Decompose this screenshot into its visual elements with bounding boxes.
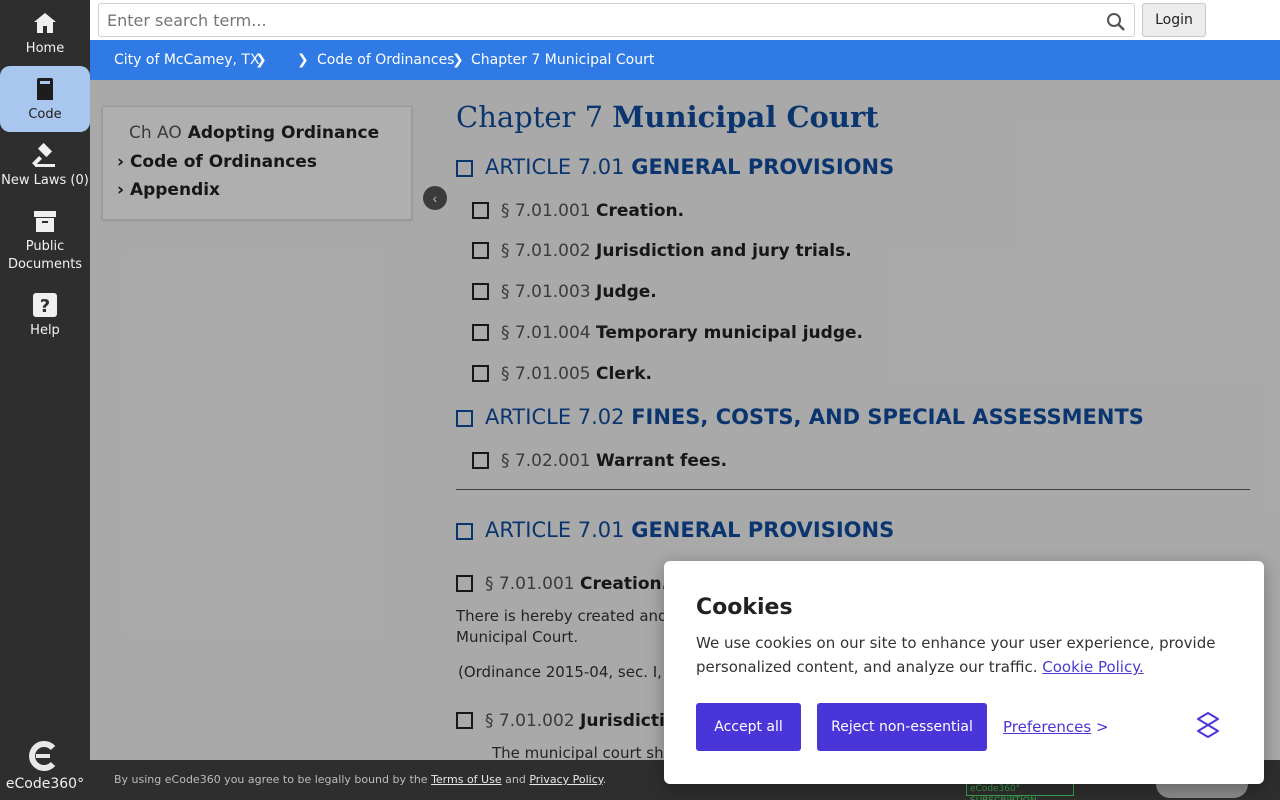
rail-public-label-2: Documents	[7, 257, 83, 272]
rail-code[interactable]: Code	[0, 66, 90, 132]
breadcrumb-city[interactable]: City of McCamey, TX	[114, 52, 260, 68]
search-input[interactable]	[99, 4, 1099, 36]
cookie-message: We use cookies on our site to enhance yo…	[696, 631, 1236, 679]
rail-new-laws-label: New Laws (0)	[1, 173, 89, 188]
preferences-arrow: >	[1096, 718, 1109, 736]
rail-help-label: Help	[30, 323, 60, 338]
chevron-right-icon: ❯	[255, 52, 267, 68]
chevron-right-icon: ❯	[452, 52, 464, 68]
preferences-label: Preferences	[1003, 718, 1092, 736]
accept-all-button[interactable]: Accept all	[696, 703, 801, 751]
cookie-dialog: Cookies We use cookies on our site to en…	[664, 561, 1264, 784]
home-icon	[34, 13, 56, 33]
footer-and: and	[505, 773, 526, 786]
search-box	[98, 3, 1135, 37]
top-bar: Login	[90, 0, 1280, 40]
logo-text: eCode360°	[5, 776, 85, 792]
cookie-title: Cookies	[696, 595, 793, 620]
rail-home-label: Home	[25, 41, 65, 56]
cookie-brand-icon	[1197, 712, 1219, 738]
book-icon	[37, 78, 53, 100]
breadcrumb-chapter: Chapter 7 Municipal Court	[471, 52, 655, 68]
chevron-right-icon: ❯	[297, 52, 309, 68]
subscription-badge: eCode360° SUBSCRIPTION	[966, 782, 1074, 800]
rail-new-laws[interactable]: New Laws (0)	[0, 142, 90, 190]
footer-pre: By using eCode360 you agree to be legall…	[114, 773, 428, 786]
ecode-logo-icon	[29, 741, 56, 771]
login-button[interactable]: Login	[1142, 3, 1206, 37]
rail-help[interactable]: ? Help	[0, 292, 90, 340]
privacy-link[interactable]: Privacy Policy	[529, 773, 602, 786]
gavel-icon	[32, 142, 55, 167]
left-rail: Home Code New Laws (0) Public Documents …	[0, 0, 90, 800]
rail-code-label: Code	[28, 107, 62, 122]
rail-public-label-1: Public	[25, 239, 65, 254]
search-icon[interactable]	[1106, 12, 1126, 32]
terms-link[interactable]: Terms of Use	[431, 773, 502, 786]
ecode360-logo[interactable]: eCode360°	[0, 740, 90, 792]
rail-public-documents[interactable]: Public Documents	[0, 208, 90, 274]
cookie-policy-link[interactable]: Cookie Policy.	[1042, 658, 1143, 676]
archive-icon	[34, 211, 56, 232]
preferences-link[interactable]: Preferences >	[1003, 718, 1109, 736]
rail-home[interactable]: Home	[0, 10, 90, 58]
help-icon: ?	[33, 293, 57, 317]
breadcrumb: City of McCamey, TX ❯ ❯ Code of Ordinanc…	[90, 40, 1280, 80]
footer-end: .	[602, 773, 607, 786]
footer-text: By using eCode360 you agree to be legall…	[114, 773, 606, 786]
reject-non-essential-button[interactable]: Reject non-essential	[817, 703, 987, 751]
breadcrumb-code[interactable]: Code of Ordinances	[317, 52, 454, 68]
svg-text:?: ?	[40, 296, 50, 317]
